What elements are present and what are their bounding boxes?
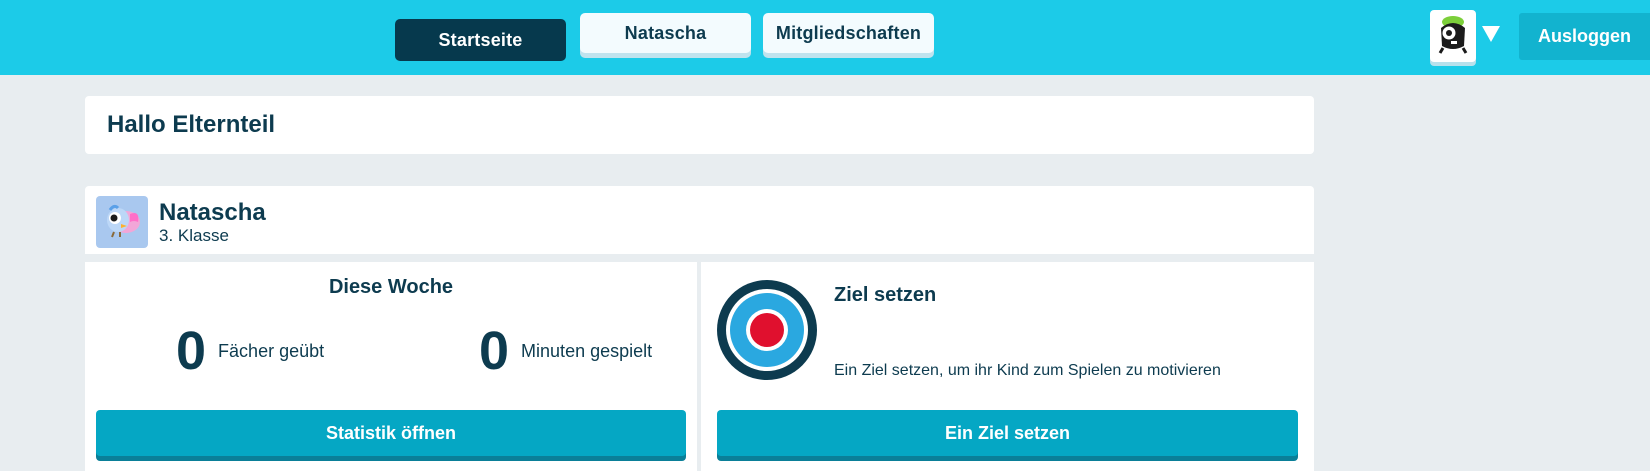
child-avatar <box>96 196 148 248</box>
minutes-stat: 0 Minuten gespielt <box>479 324 652 378</box>
greeting-title: Hallo Elternteil <box>107 111 276 138</box>
top-navigation-bar: Startseite Natascha Mitgliedschaften Aus… <box>0 0 1650 75</box>
bird-avatar-icon <box>100 198 144 247</box>
child-grade: 3. Klasse <box>159 226 229 245</box>
open-statistics-button[interactable]: Statistik öffnen <box>96 410 686 456</box>
subjects-stat: 0 Fächer geübt <box>176 324 324 378</box>
tab-child-natascha[interactable]: Natascha <box>580 13 751 53</box>
logout-button[interactable]: Ausloggen <box>1519 13 1650 60</box>
minutes-value: 0 <box>479 321 510 381</box>
tab-mitgliedschaften[interactable]: Mitgliedschaften <box>763 13 934 53</box>
tab-startseite[interactable]: Startseite <box>395 19 566 61</box>
set-goal-button[interactable]: Ein Ziel setzen <box>717 410 1298 456</box>
subjects-label: Fächer geübt <box>218 340 325 361</box>
minutes-label: Minuten gespielt <box>521 340 653 361</box>
child-card-header: Natascha 3. Klasse <box>85 186 1314 258</box>
target-icon <box>717 280 817 380</box>
weekly-stats-panel: Diese Woche 0 Fächer geübt 0 Minuten ges… <box>85 262 697 471</box>
greeting-card: Hallo Elternteil <box>85 96 1314 154</box>
weekly-stats-title: Diese Woche <box>328 276 454 298</box>
goal-description: Ein Ziel setzen, um ihr Kind zum Spielen… <box>834 362 1221 379</box>
goal-panel: Ziel setzen Ein Ziel setzen, um ihr Kind… <box>701 262 1314 471</box>
monster-avatar-icon <box>1436 14 1470 59</box>
caret-down-icon[interactable] <box>1482 26 1500 42</box>
subjects-value: 0 <box>176 321 207 381</box>
account-avatar-button[interactable] <box>1430 10 1476 62</box>
child-name: Natascha <box>159 199 266 226</box>
goal-title: Ziel setzen <box>834 284 937 306</box>
